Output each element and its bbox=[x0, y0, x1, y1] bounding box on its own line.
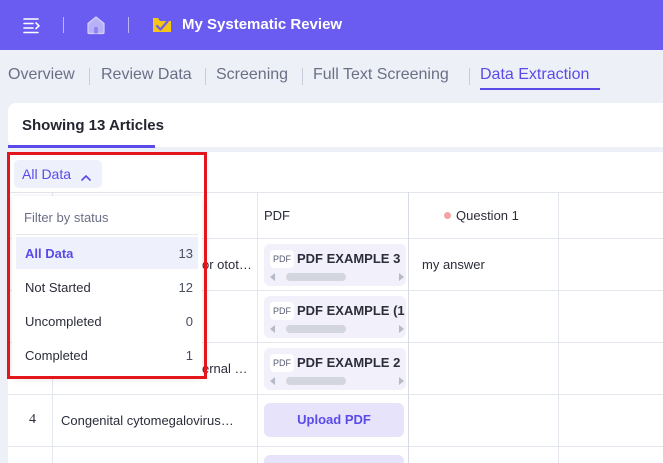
pdf-file-icon: PDF bbox=[270, 250, 294, 268]
divider bbox=[63, 17, 64, 33]
tab-divider bbox=[302, 68, 303, 85]
count-badge: 12 bbox=[178, 280, 193, 295]
home-icon[interactable] bbox=[85, 14, 107, 36]
status-filter-label: All Data bbox=[22, 166, 72, 182]
scroll-thumb[interactable] bbox=[286, 273, 346, 281]
scroll-right-icon[interactable] bbox=[399, 377, 404, 385]
tab-data-extraction[interactable]: Data Extraction bbox=[480, 66, 589, 84]
filter-menu-heading: Filter by status bbox=[24, 210, 109, 225]
tab-screening[interactable]: Screening bbox=[216, 66, 288, 84]
project-title: My Systematic Review bbox=[182, 16, 343, 33]
article-title-cell[interactable]: Congenital cytomegalovirus… bbox=[61, 413, 255, 428]
horizontal-scrollbar[interactable] bbox=[270, 376, 404, 386]
tab-full-text-screening[interactable]: Full Text Screening bbox=[313, 66, 449, 84]
count-badge: 0 bbox=[185, 314, 193, 329]
scroll-thumb[interactable] bbox=[286, 325, 346, 333]
scroll-left-icon[interactable] bbox=[270, 273, 275, 281]
grid-line bbox=[257, 192, 258, 463]
count-badge: 13 bbox=[178, 246, 193, 261]
active-tab-indicator bbox=[480, 88, 600, 90]
menu-collapse-icon[interactable] bbox=[22, 15, 42, 35]
pdf-card[interactable]: PDF PDF EXAMPLE 2 bbox=[264, 348, 406, 390]
tab-overview[interactable]: Overview bbox=[8, 66, 75, 84]
tab-bar: Overview Review Data Screening Full Text… bbox=[0, 50, 663, 100]
summary-underline bbox=[8, 145, 155, 148]
filter-option-not-started[interactable]: Not Started 12 bbox=[16, 271, 198, 303]
upload-pdf-button[interactable]: Upload PDF bbox=[264, 403, 404, 437]
column-header-pdf[interactable]: PDF bbox=[264, 208, 290, 223]
column-header-question-1[interactable]: Question 1 bbox=[444, 208, 519, 223]
pdf-filename: PDF EXAMPLE 2 bbox=[297, 355, 401, 370]
tab-divider bbox=[469, 68, 470, 85]
horizontal-scrollbar[interactable] bbox=[270, 324, 404, 334]
article-title-cell[interactable]: or otot… bbox=[202, 257, 256, 272]
status-dot bbox=[444, 212, 451, 219]
grid-line bbox=[408, 192, 409, 463]
count-badge: 1 bbox=[185, 348, 193, 363]
pdf-file-icon: PDF bbox=[270, 302, 294, 320]
horizontal-scrollbar[interactable] bbox=[270, 272, 404, 282]
grid-line bbox=[8, 446, 663, 447]
tab-divider bbox=[205, 68, 206, 85]
status-filter-button[interactable]: All Data bbox=[14, 160, 102, 188]
articles-count-label: Showing 13 Articles bbox=[22, 117, 164, 134]
scroll-thumb[interactable] bbox=[286, 377, 346, 385]
filter-option-all-data[interactable]: All Data 13 bbox=[16, 237, 198, 269]
scroll-right-icon[interactable] bbox=[399, 273, 404, 281]
filter-option-uncompleted[interactable]: Uncompleted 0 bbox=[16, 305, 198, 337]
scroll-right-icon[interactable] bbox=[399, 325, 404, 333]
grid-line bbox=[8, 394, 663, 395]
scroll-left-icon[interactable] bbox=[270, 377, 275, 385]
articles-summary-bar: Showing 13 Articles bbox=[8, 103, 663, 147]
grid-line bbox=[8, 192, 663, 193]
tab-divider bbox=[89, 68, 90, 85]
project-icon bbox=[152, 16, 172, 34]
pdf-file-icon: PDF bbox=[270, 354, 294, 372]
chevron-up-icon bbox=[81, 169, 91, 181]
pdf-card[interactable]: PDF PDF EXAMPLE (1 bbox=[264, 296, 406, 338]
divider bbox=[128, 17, 129, 33]
article-title-cell[interactable]: ernal … bbox=[202, 361, 256, 376]
top-bar: My Systematic Review bbox=[0, 0, 663, 50]
status-filter-menu: Filter by status All Data 13 Not Started… bbox=[12, 196, 202, 376]
answer-cell[interactable]: my answer bbox=[422, 257, 485, 272]
grid-line bbox=[558, 192, 559, 463]
tab-review-data[interactable]: Review Data bbox=[101, 66, 192, 84]
divider bbox=[16, 234, 198, 235]
upload-pdf-button[interactable] bbox=[264, 455, 404, 463]
pdf-card[interactable]: PDF PDF EXAMPLE 3 bbox=[264, 244, 406, 286]
pdf-filename: PDF EXAMPLE 3 bbox=[297, 251, 401, 266]
pdf-filename: PDF EXAMPLE (1 bbox=[297, 303, 405, 318]
filter-option-completed[interactable]: Completed 1 bbox=[16, 339, 198, 371]
scroll-left-icon[interactable] bbox=[270, 325, 275, 333]
row-number: 4 bbox=[29, 412, 36, 427]
